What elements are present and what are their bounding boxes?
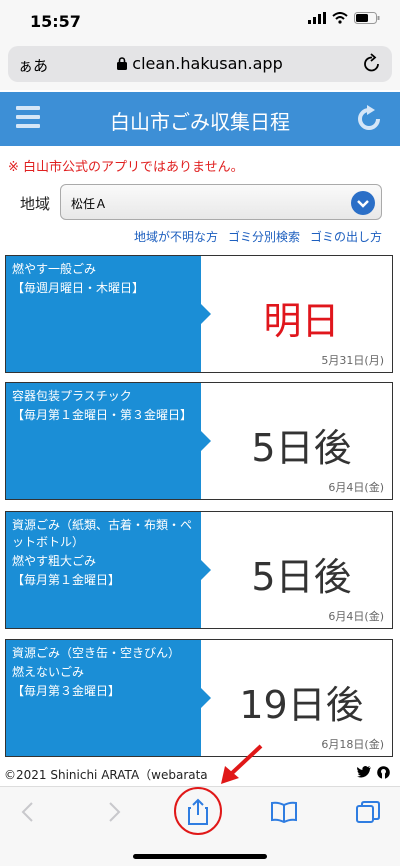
forward-icon[interactable] [106,801,122,823]
schedule-card[interactable]: 容器包装プラスチック 【毎月第１金曜日・第３金曜日】 5日後 6月4日(金) [5,382,393,500]
url-text: clean.hakusan.app [132,54,283,73]
card-category: 容器包装プラスチック [12,389,132,403]
region-select[interactable]: 松任Ａ [60,184,382,220]
card-info: 資源ごみ（紙類、古着・布類・ペットボトル） 燃やす粗大ごみ 【毎月第１金曜日】 [6,512,201,628]
battery-icon [354,12,380,24]
card-countdown: 5日後 [251,426,352,470]
card-subcategory: 燃えないごみ [12,665,85,679]
app-header: 白山市ごみ収集日程 [0,92,400,146]
signal-icon [308,12,326,24]
card-subcategory: 燃やす粗大ごみ [12,554,97,568]
card-arrow [201,431,211,451]
annotation-arrow-icon [221,744,263,784]
help-links: 地域が不明な方 ゴミ分別検索 ゴミの出し方 [134,228,382,245]
refresh-icon[interactable] [354,104,384,134]
card-date: 6月18日(金) [321,738,384,751]
card-category: 資源ごみ（紙類、古着・布類・ペットボトル） [12,518,193,549]
region-label: 地域 [20,195,51,213]
social-icons [357,766,390,779]
tabs-icon[interactable] [356,801,380,825]
schedule-card[interactable]: 資源ごみ（紙類、古着・布類・ペットボトル） 燃やす粗大ごみ 【毎月第１金曜日】 … [5,511,393,629]
card-category: 資源ごみ（空き缶・空きびん） [12,646,181,660]
highlight-circle [174,787,222,835]
card-info: 燃やす一般ごみ 【毎週月曜日・木曜日】 [6,256,201,372]
region-selected-value: 松任Ａ [71,197,108,211]
disposal-guide-link[interactable]: ゴミの出し方 [310,228,382,245]
status-bar: 15:57 [0,0,400,42]
card-countdown: 明日 [263,299,340,343]
url-display[interactable]: clean.hakusan.app [8,54,392,73]
card-date: 6月4日(金) [328,481,384,494]
unofficial-notice: ※ 白山市公式のアプリではありません。 [8,160,244,175]
back-icon[interactable] [20,801,36,823]
card-date: 6月4日(金) [328,610,384,623]
card-countdown: 19日後 [239,683,364,727]
card-arrow [201,688,211,708]
bookmarks-icon[interactable] [270,801,298,823]
card-schedule: 【毎週月曜日・木曜日】 [12,281,145,295]
card-date: 5月31日(月) [321,354,384,367]
unknown-region-link[interactable]: 地域が不明な方 [134,228,218,245]
status-time: 15:57 [30,12,81,31]
lock-icon [117,57,128,70]
browser-url-area: ぁあ clean.hakusan.app [0,42,400,90]
card-schedule: 【毎月第１金曜日】 [12,573,121,587]
wifi-icon [332,12,348,24]
card-arrow [201,304,211,324]
garbage-search-link[interactable]: ゴミ分別検索 [228,228,300,245]
schedule-card[interactable]: 資源ごみ（空き缶・空きびん） 燃えないごみ 【毎月第３金曜日】 19日後 6月1… [5,639,393,757]
card-schedule: 【毎月第１金曜日・第３金曜日】 [12,408,193,422]
app-title: 白山市ごみ収集日程 [110,110,290,134]
card-countdown: 5日後 [251,555,352,599]
card-info: 容器包装プラスチック 【毎月第１金曜日・第３金曜日】 [6,383,201,499]
twitter-icon[interactable] [357,766,371,778]
schedule-card[interactable]: 燃やす一般ごみ 【毎週月曜日・木曜日】 明日 5月31日(月) [5,255,393,373]
card-arrow [201,560,211,580]
reload-icon[interactable] [362,53,382,75]
github-icon[interactable] [377,766,390,779]
footer: ©2021 Shinichi ARATA（webarata [0,762,400,786]
address-bar[interactable]: ぁあ clean.hakusan.app [8,46,392,82]
chevron-down-icon [351,191,375,215]
card-info: 資源ごみ（空き缶・空きびん） 燃えないごみ 【毎月第３金曜日】 [6,640,201,756]
card-category: 燃やす一般ごみ [12,262,97,276]
copyright-text: ©2021 Shinichi ARATA（webarata [4,768,208,782]
card-schedule: 【毎月第３金曜日】 [12,684,121,698]
home-indicator [133,854,267,859]
status-icons [308,12,380,24]
